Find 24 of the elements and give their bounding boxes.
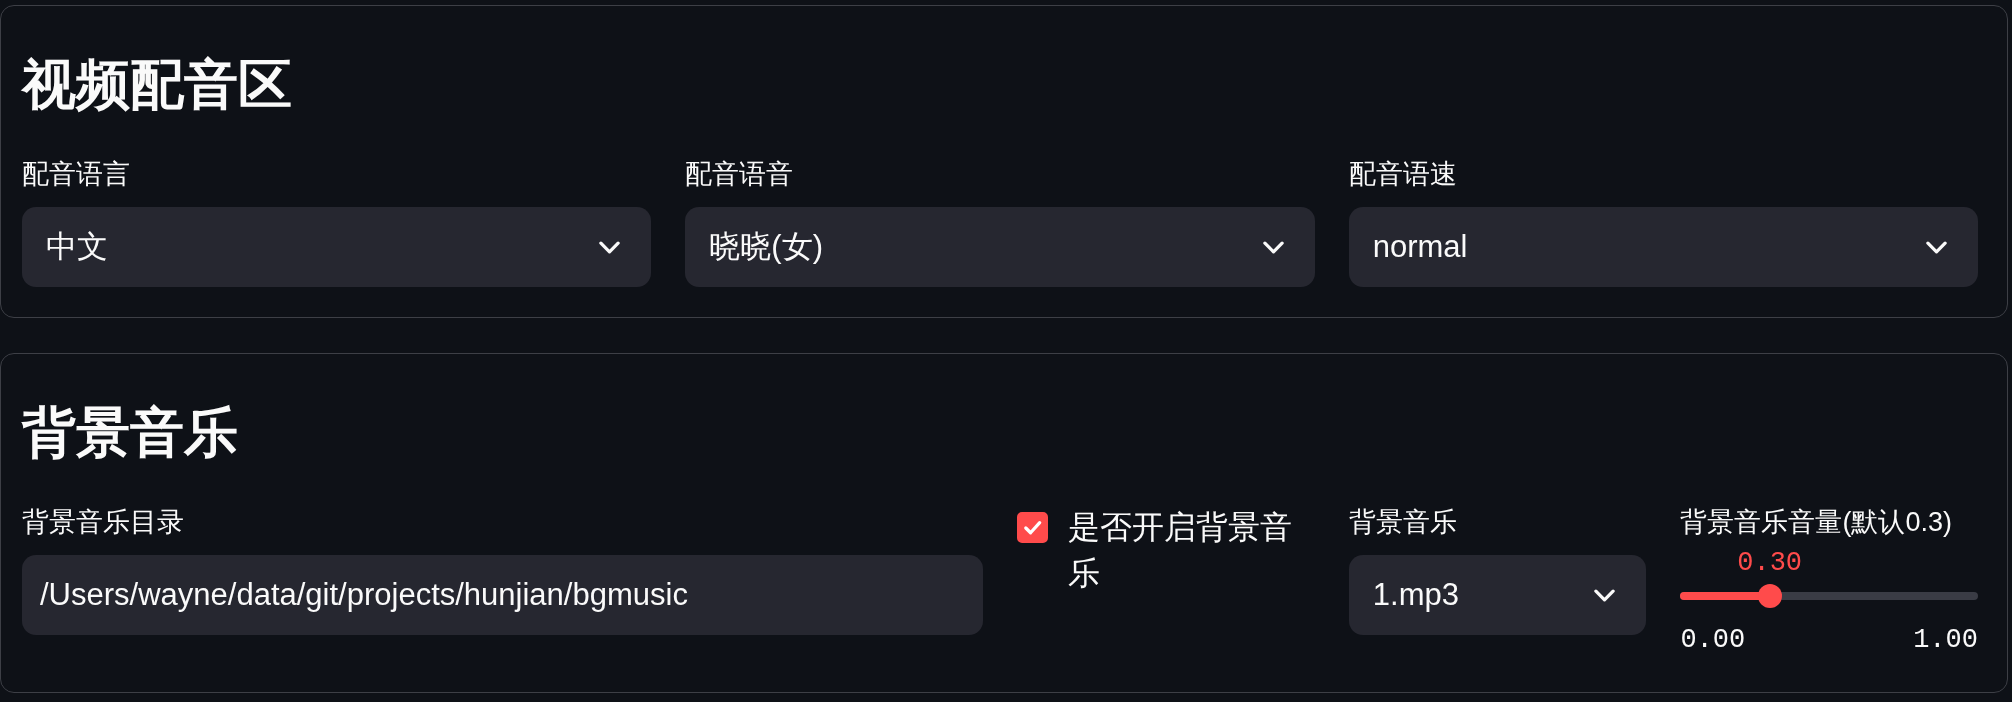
volume-slider[interactable]: [1680, 584, 1978, 608]
section-title: 背景音乐: [22, 401, 239, 464]
checkbox[interactable]: [1017, 512, 1049, 543]
slider-min-label: 0.00: [1680, 624, 1746, 656]
chevron-down-icon: [599, 240, 621, 254]
dropdown[interactable]: normal: [1348, 207, 1978, 287]
field-label: 配音语言: [22, 158, 131, 191]
dropdown[interactable]: 晓晓(女): [685, 207, 1315, 287]
field-label: 配音语速: [1348, 158, 1458, 191]
dropdown[interactable]: 1.mp3: [1348, 555, 1647, 635]
chevron-down-icon: [1262, 240, 1284, 254]
slider-value: 0.30: [1737, 547, 1803, 579]
slider-max-label: 1.00: [1913, 624, 1978, 656]
chevron-down-icon: [1594, 588, 1616, 602]
field-label: 配音语音: [685, 158, 795, 191]
text-input[interactable]: /Users/wayne/data/git/projects/hunjian/bgmusic: [22, 555, 984, 635]
field-label: 背景音乐目录: [22, 506, 185, 539]
checkbox-label: 是否开启背景音乐: [1068, 508, 1294, 593]
chevron-down-icon: [1926, 240, 1947, 254]
slider-thumb[interactable]: [1757, 584, 1782, 608]
field-label: 背景音乐: [1348, 506, 1458, 539]
dropdown[interactable]: 中文: [22, 207, 652, 287]
field-label: 背景音乐音量(默认0.3): [1680, 506, 1953, 539]
section-title: 视频配音区: [22, 53, 293, 116]
